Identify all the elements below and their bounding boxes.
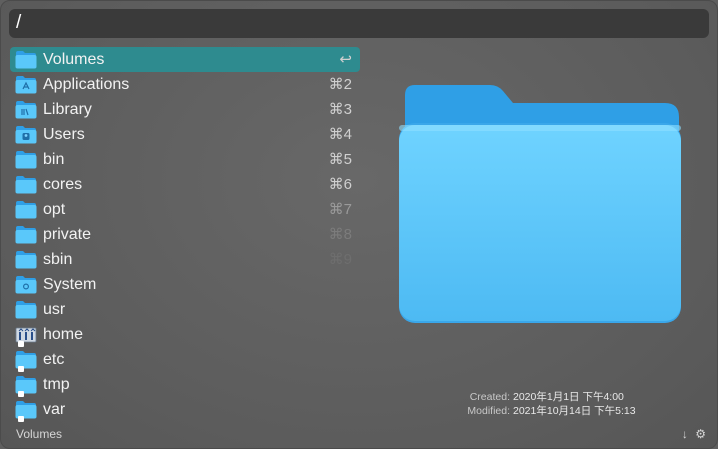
library-folder-icon <box>15 100 37 119</box>
result-row[interactable]: Library ⌘3 <box>10 97 360 122</box>
result-label: Users <box>43 126 85 143</box>
result-label: tmp <box>43 376 70 393</box>
large-folder-icon <box>399 85 681 323</box>
modified-value: 2021年10月14日 下午5:13 <box>513 405 636 417</box>
return-key-icon: ↩ <box>339 51 352 68</box>
result-label: var <box>43 401 66 418</box>
modified-label: Modified: <box>467 405 510 417</box>
result-label: Library <box>43 101 92 118</box>
launcher-window: / Volumes ↩ Applications ⌘2 Library ⌘3 Users ⌘4… <box>0 0 718 449</box>
folder-icon <box>15 200 37 219</box>
users-folder-icon <box>15 125 37 144</box>
alias-folder-icon <box>15 400 37 422</box>
search-input[interactable]: / <box>9 9 709 38</box>
result-row[interactable]: cores ⌘6 <box>10 172 360 197</box>
result-label: System <box>43 276 97 293</box>
result-row[interactable]: sbin ⌘9 <box>10 247 360 272</box>
result-row[interactable]: opt ⌘7 <box>10 197 360 222</box>
alias-arrow-icon <box>18 416 24 422</box>
result-label: sbin <box>43 251 73 268</box>
result-row[interactable]: Applications ⌘2 <box>10 72 360 97</box>
footer-actions: ↓ ⚙ <box>678 427 706 441</box>
search-query: / <box>16 12 22 33</box>
applications-folder-icon <box>15 75 37 94</box>
created-label: Created: <box>469 391 510 403</box>
folder-icon <box>15 50 37 69</box>
result-row[interactable]: var <box>10 397 360 422</box>
result-label: Applications <box>43 76 130 93</box>
file-metadata: Created: 2020年1月1日 下午4:00 Modified: 2021年1… <box>431 390 636 418</box>
modified-row: Modified: 2021年10月14日 下午5:13 <box>431 404 636 418</box>
result-label: cores <box>43 176 83 193</box>
alias-folder-icon <box>15 350 37 372</box>
shortcut-hint: ⌘9 <box>328 251 352 268</box>
folder-icon <box>15 300 37 319</box>
result-label: home <box>43 326 84 343</box>
result-row[interactable]: Users ⌘4 <box>10 122 360 147</box>
result-label: etc <box>43 351 65 368</box>
download-arrow-icon[interactable]: ↓ <box>682 427 688 441</box>
result-row[interactable]: home <box>10 322 360 347</box>
created-value: 2020年1月1日 下午4:00 <box>513 391 624 403</box>
shortcut-hint: ⌘7 <box>328 201 352 218</box>
result-label: usr <box>43 301 66 318</box>
selected-item-name: Volumes <box>16 427 63 441</box>
results-list: Volumes ↩ Applications ⌘2 Library ⌘3 Users ⌘4 bi… <box>10 47 360 422</box>
result-label: private <box>43 226 92 243</box>
folder-icon <box>15 225 37 244</box>
network-home-icon <box>15 325 37 347</box>
result-row[interactable]: usr <box>10 297 360 322</box>
created-row: Created: 2020年1月1日 下午4:00 <box>431 390 636 404</box>
folder-icon <box>15 250 37 269</box>
shortcut-hint: ⌘8 <box>328 226 352 243</box>
folder-icon <box>15 175 37 194</box>
gear-icon[interactable]: ⚙ <box>695 427 706 441</box>
result-label: opt <box>43 201 66 218</box>
result-row[interactable]: bin ⌘5 <box>10 147 360 172</box>
shortcut-hint: ⌘5 <box>328 151 352 168</box>
shortcut-hint: ⌘6 <box>328 176 352 193</box>
result-label: Volumes <box>43 51 105 68</box>
system-folder-icon <box>15 275 37 294</box>
shortcut-hint: ⌘2 <box>328 76 352 93</box>
alias-folder-icon <box>15 375 37 397</box>
result-row[interactable]: tmp <box>10 372 360 397</box>
result-row[interactable]: etc <box>10 347 360 372</box>
result-row[interactable]: private ⌘8 <box>10 222 360 247</box>
result-row[interactable]: System <box>10 272 360 297</box>
result-label: bin <box>43 151 65 168</box>
shortcut-hint: ⌘3 <box>328 101 352 118</box>
result-row[interactable]: Volumes ↩ <box>10 47 360 72</box>
shortcut-hint: ⌘4 <box>328 126 352 143</box>
folder-icon <box>15 150 37 169</box>
